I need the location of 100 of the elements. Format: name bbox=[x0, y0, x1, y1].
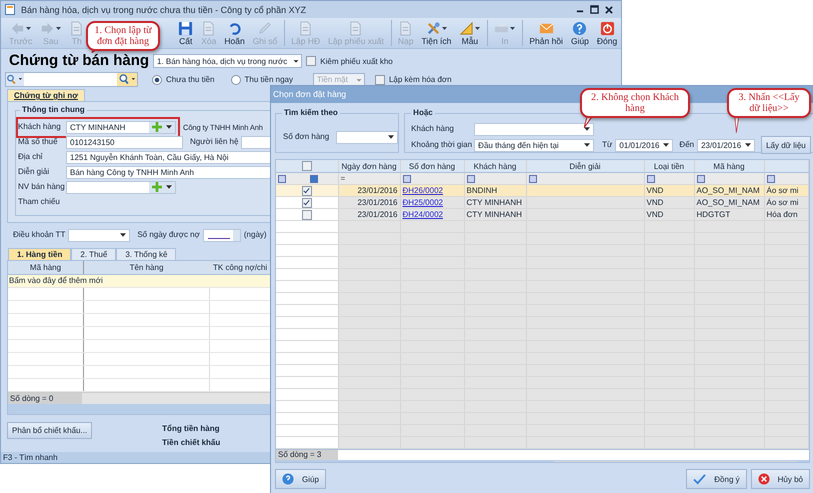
group-title: Thông tin chung bbox=[20, 105, 87, 115]
column-header[interactable]: Diễn giải bbox=[569, 162, 601, 170]
allocate-discount-button[interactable]: Phân bổ chiết khấu... bbox=[7, 422, 92, 439]
checkbox[interactable] bbox=[302, 161, 312, 171]
maximize-icon[interactable] bbox=[590, 5, 599, 14]
customer-field[interactable]: CTY MINHANH bbox=[66, 120, 176, 134]
tax-code-field[interactable]: 0101243150 bbox=[66, 136, 183, 148]
table-row[interactable]: 23/01/2016 ĐH25/0002 CTY MINHANH VND AO_SO_MI_NAM Áo sơ mi bbox=[276, 196, 808, 208]
contact-field[interactable] bbox=[241, 136, 271, 148]
filter-operator[interactable]: = bbox=[340, 174, 346, 183]
filter-icon[interactable] bbox=[310, 174, 318, 183]
voucher-type-dropdown[interactable]: 1. Bán hàng hóa, dịch vụ trong nước bbox=[153, 54, 302, 68]
caret-icon[interactable] bbox=[442, 26, 447, 30]
filter-icon[interactable] bbox=[528, 174, 536, 183]
filter-icon[interactable] bbox=[278, 174, 286, 183]
page-heading: Chứng từ bán hàng bbox=[8, 53, 149, 69]
radio-button[interactable] bbox=[230, 74, 240, 84]
description-field[interactable]: Bán hàng Công ty TNHH Minh Anh bbox=[66, 166, 271, 178]
scroll-bar[interactable] bbox=[8, 404, 271, 414]
caret-icon[interactable] bbox=[475, 26, 480, 30]
toolbar-button[interactable]: Giúp bbox=[566, 20, 593, 46]
filter-icon[interactable] bbox=[696, 174, 704, 183]
field-label: Địa chỉ bbox=[18, 151, 44, 163]
tab[interactable]: 1. Hàng tiền bbox=[8, 248, 72, 260]
envelope-icon bbox=[538, 20, 554, 36]
group-title: Hoặc bbox=[411, 108, 435, 118]
table-row[interactable]: 23/01/2016 ĐH26/0002 BNDINH VND AO_SO_MI_NAM Áo sơ mi bbox=[276, 184, 808, 196]
checkbox[interactable] bbox=[302, 198, 312, 208]
date-picker[interactable]: 23/01/2016 bbox=[697, 138, 756, 152]
fetch-data-button[interactable]: Lấy dữ liệu bbox=[761, 136, 811, 154]
pencil-icon bbox=[257, 20, 272, 36]
callout: 2. Không chọn Khách hàng bbox=[580, 88, 690, 118]
address-field[interactable]: 1251 Nguyễn Khánh Toàn, Cầu Giấy, Hà Nội bbox=[66, 150, 271, 164]
help-button[interactable]: Giúp bbox=[275, 469, 326, 489]
credit-days-spinner[interactable] bbox=[202, 228, 241, 242]
window-title: Bán hàng hóa, dịch vụ trong nước chưa thu tiền - Công ty cổ phần XYZ bbox=[21, 4, 306, 14]
toolbar-button[interactable]: Hoãn bbox=[220, 20, 249, 46]
toolbar-button[interactable]: Tiện ích bbox=[417, 20, 456, 46]
toolbar-button[interactable]: Cất bbox=[174, 20, 198, 46]
salesperson-field[interactable] bbox=[66, 180, 176, 194]
field-label: Khách hàng bbox=[18, 121, 62, 133]
table-cell: BNDINH bbox=[466, 186, 498, 195]
column-header[interactable]: TK công nợ/chi bbox=[210, 261, 271, 274]
table-cell: Hóa đơn bbox=[766, 210, 798, 219]
cancel-button[interactable]: Hủy bỏ bbox=[750, 469, 810, 489]
tab[interactable]: 2. Thuế bbox=[71, 248, 116, 260]
app-icon bbox=[5, 4, 15, 15]
radio-button[interactable] bbox=[152, 74, 162, 84]
period-dropdown[interactable]: Đầu tháng đến hiện tại bbox=[474, 138, 594, 152]
caret-icon[interactable] bbox=[166, 125, 172, 129]
filter-icon[interactable] bbox=[766, 174, 774, 183]
field-label: Người liên hệ bbox=[190, 136, 238, 148]
total-label: Tổng tiền hàng bbox=[162, 424, 220, 434]
field-label: Mã số thuế bbox=[18, 136, 59, 148]
filter-icon[interactable] bbox=[646, 174, 654, 183]
toolbar-button[interactable]: Đóng bbox=[592, 20, 622, 46]
close-icon[interactable] bbox=[605, 6, 613, 14]
group-title: Tìm kiếm theo bbox=[282, 108, 340, 118]
column-header[interactable]: Tên hàng bbox=[84, 261, 210, 274]
magnifier-icon[interactable] bbox=[6, 73, 24, 86]
tab[interactable]: 3. Thống kê bbox=[116, 248, 176, 260]
filter-icon[interactable] bbox=[402, 174, 410, 183]
field-label: Điều khoản TT bbox=[13, 229, 66, 241]
caret-icon[interactable] bbox=[166, 185, 172, 189]
checkbox[interactable] bbox=[306, 56, 316, 66]
dialog-title: Chọn đơn đặt hàng bbox=[273, 89, 346, 99]
table-row[interactable]: 23/01/2016 ĐH24/0002 CTY MINHANH VND HDGTGT Hóa đơn bbox=[276, 208, 808, 220]
tab[interactable]: Chứng từ ghi nợ bbox=[7, 89, 85, 101]
toolbar-button[interactable]: Mẫu bbox=[455, 20, 484, 46]
checkbox[interactable] bbox=[374, 74, 385, 84]
table-cell: VND bbox=[646, 186, 664, 195]
table-cell: 23/01/2016 bbox=[357, 186, 398, 195]
filter-icon[interactable] bbox=[466, 174, 474, 183]
caret-icon[interactable] bbox=[745, 143, 752, 147]
printer-icon bbox=[494, 20, 510, 36]
date-picker[interactable]: 01/01/2016 bbox=[615, 138, 674, 152]
toolbar-button[interactable]: Phản hồi bbox=[522, 20, 567, 46]
field-label: Diễn giải bbox=[18, 166, 50, 178]
help-icon bbox=[282, 473, 294, 485]
cancel-icon bbox=[758, 473, 770, 485]
document-icon bbox=[298, 20, 314, 36]
power-icon bbox=[600, 20, 615, 36]
table-cell: 23/01/2016 bbox=[357, 210, 398, 219]
checkbox[interactable] bbox=[302, 210, 312, 220]
document-icon bbox=[201, 20, 216, 36]
caret-icon[interactable] bbox=[663, 143, 670, 147]
ruler-icon bbox=[459, 20, 474, 36]
caret-icon[interactable] bbox=[120, 233, 126, 237]
table-cell: Áo sơ mi bbox=[766, 186, 798, 195]
search-icon[interactable] bbox=[117, 73, 137, 86]
checkbox-label: Lập kèm hóa đơn bbox=[388, 75, 452, 84]
caret-icon[interactable] bbox=[388, 135, 394, 139]
table-cell: VND bbox=[646, 198, 664, 207]
search-field[interactable] bbox=[5, 72, 138, 87]
table-cell: AO_SO_MI_NAM bbox=[696, 186, 760, 195]
table-cell: CTY MINHANH bbox=[466, 198, 522, 207]
column-header[interactable]: Mã hàng bbox=[8, 261, 84, 274]
caret-icon[interactable] bbox=[584, 143, 590, 147]
checkbox[interactable] bbox=[302, 186, 312, 196]
ok-button[interactable]: Đồng ý bbox=[686, 469, 747, 489]
